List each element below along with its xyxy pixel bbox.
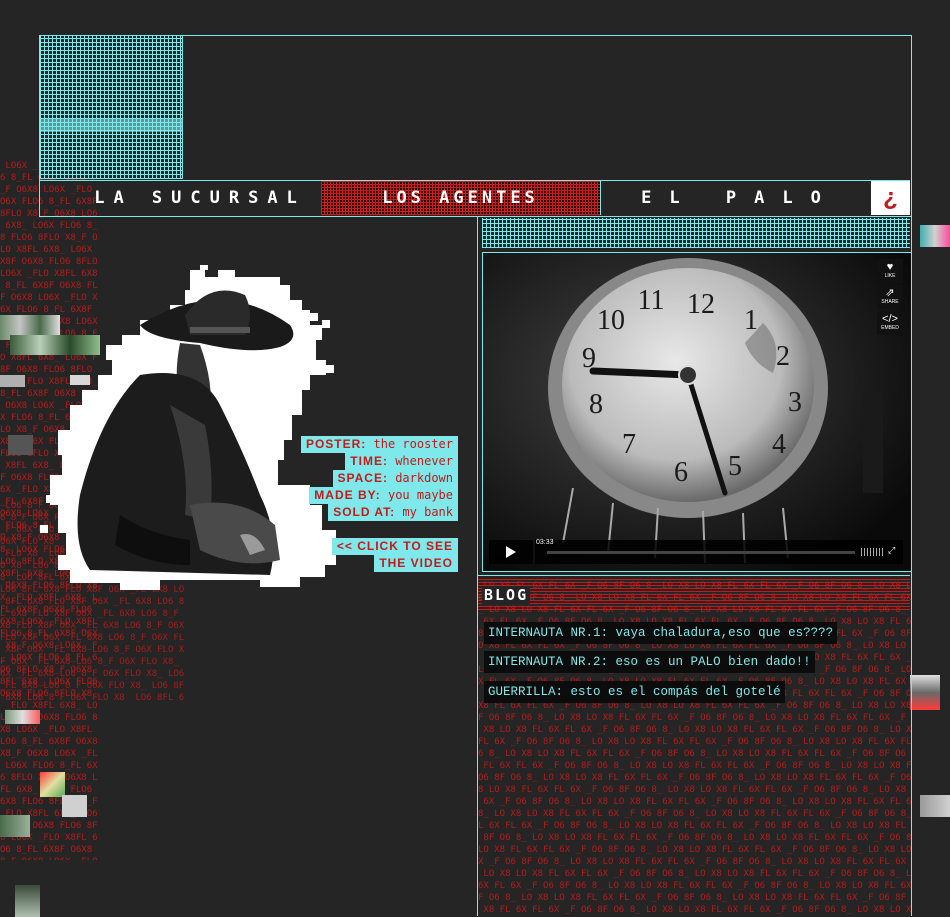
- embed-button[interactable]: </> EMBED: [877, 311, 903, 335]
- svg-text:5: 5: [728, 451, 742, 482]
- nav-mark-button[interactable]: ¿: [871, 181, 910, 215]
- info-value: darkdown: [395, 471, 453, 485]
- share-icon: ⇗: [885, 287, 895, 299]
- header-grid-stripe: [40, 118, 182, 132]
- glitch-fragment: [0, 375, 25, 387]
- info-label: MADE BY:: [314, 488, 381, 502]
- comment-author: GUERRILLA:: [488, 685, 564, 699]
- glitch-fragment: [910, 675, 940, 710]
- code-icon: </>: [882, 313, 898, 325]
- comment-author: INTERNAUTA NR.1:: [488, 626, 609, 640]
- nav-divider: [600, 181, 601, 215]
- like-label: LIKE: [884, 273, 896, 279]
- video-top-grid: [482, 218, 910, 248]
- embed-label: EMBED: [881, 325, 899, 331]
- comment-text: vaya chaladura,eso que es????: [615, 626, 834, 640]
- svg-text:11: 11: [638, 285, 665, 316]
- play-icon: [506, 546, 516, 558]
- nav-los-agentes[interactable]: LOS AGENTES: [321, 180, 600, 216]
- video-time: 03:33: [535, 539, 555, 546]
- share-button[interactable]: ⇗ SHARE: [877, 285, 903, 309]
- svg-text:6: 6: [674, 457, 688, 488]
- svg-text:12: 12: [687, 289, 715, 320]
- cta-line-2: THE VIDEO: [379, 556, 453, 570]
- blog-title: BLOG: [482, 586, 531, 604]
- poster-info-poster: POSTER: the rooster: [300, 436, 458, 453]
- info-label: TIME:: [350, 454, 388, 468]
- video-player[interactable]: 12 1 2 3 4 5 6 7 8 9 10 11 ♥ LIKE ⇗ SHAR…: [482, 252, 912, 572]
- info-value: you maybe: [387, 488, 453, 502]
- poster-info-made-by: MADE BY: you maybe: [309, 487, 458, 504]
- share-label: SHARE: [881, 299, 899, 305]
- glitch-fragment: [5, 710, 40, 724]
- nav-la-sucursal[interactable]: LA SUCURSAL: [80, 180, 320, 216]
- blog-comment: GUERRILLA: esto es el compás del gotelé: [484, 681, 785, 703]
- glitch-fragment: [8, 435, 33, 455]
- poster-info-space: SPACE: darkdown: [332, 470, 458, 487]
- question-icon: ¿: [883, 184, 898, 211]
- video-bottom-border: [478, 575, 910, 576]
- comment-author: INTERNAUTA NR.2:: [488, 655, 609, 669]
- svg-text:4: 4: [772, 429, 786, 460]
- play-button[interactable]: [489, 540, 533, 564]
- info-value: whenever: [395, 454, 453, 468]
- svg-text:7: 7: [622, 429, 636, 460]
- info-label: SOLD AT:: [333, 505, 396, 519]
- blog-comment: INTERNAUTA NR.2: eso es un PALO bien dad…: [484, 651, 815, 673]
- click-to-see-video-link[interactable]: << CLICK TO SEE: [331, 538, 458, 555]
- svg-text:2: 2: [776, 341, 790, 372]
- heart-icon: ♥: [886, 261, 894, 273]
- volume-icon[interactable]: [861, 548, 883, 556]
- info-label: POSTER:: [305, 437, 367, 451]
- glitch-fragment: [15, 885, 40, 917]
- like-button[interactable]: ♥ LIKE: [877, 259, 903, 283]
- svg-text:3: 3: [788, 387, 802, 418]
- blog-header-stripes: [478, 578, 910, 610]
- poster-info-time: TIME: whenever: [345, 453, 458, 470]
- glitch-fragment: [62, 795, 87, 817]
- glitch-fragment: [40, 772, 65, 797]
- comment-text: eso es un PALO bien dado!!: [615, 655, 811, 669]
- fullscreen-icon[interactable]: ⤢: [888, 547, 897, 556]
- glitch-fragment: [920, 795, 950, 817]
- header-grid-divider: [182, 36, 183, 179]
- glitch-fragment: [0, 815, 30, 837]
- svg-text:8: 8: [589, 389, 603, 420]
- comment-text: esto es el compás del gotelé: [570, 685, 781, 699]
- video-progress-track[interactable]: [547, 551, 855, 554]
- info-value: my bank: [402, 505, 453, 519]
- glitch-fragment: [920, 225, 950, 247]
- blog-comment: INTERNAUTA NR.1: vaya chaladura,eso que …: [484, 622, 838, 644]
- poster-image[interactable]: [40, 265, 340, 595]
- svg-text:10: 10: [597, 305, 625, 336]
- info-label: SPACE:: [337, 471, 388, 485]
- clock-video-frame: 12 1 2 3 4 5 6 7 8 9 10 11: [483, 253, 911, 571]
- cta-line-1: << CLICK TO SEE: [336, 539, 453, 553]
- click-to-see-video-link-2[interactable]: THE VIDEO: [374, 555, 458, 572]
- svg-text:1: 1: [744, 305, 758, 336]
- poster-info-sold-at: SOLD AT: my bank: [328, 504, 458, 521]
- info-value: the rooster: [373, 437, 453, 451]
- header-grid-block: [40, 36, 182, 179]
- nav-el-palo[interactable]: EL PALO: [610, 180, 870, 216]
